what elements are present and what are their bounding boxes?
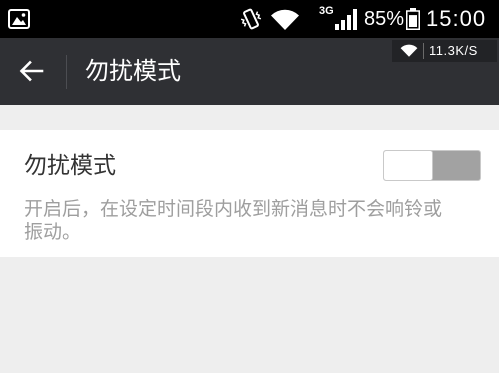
wifi-icon [270, 9, 300, 30]
vibrate-icon [239, 7, 263, 31]
dnd-toggle[interactable] [383, 150, 481, 181]
network-speed-overlay: 11.3K/S [392, 40, 497, 62]
dnd-label: 勿扰模式 [24, 152, 116, 178]
battery-fill [409, 15, 417, 27]
signal-bar [347, 15, 351, 30]
app-bar-divider [66, 55, 67, 89]
dnd-setting-row[interactable]: 勿扰模式 开启后，在设定时间段内收到新消息时不会响铃或振动。 [0, 130, 499, 257]
network-type-label: 3G [319, 5, 334, 17]
status-bar: 3G 85% 15:00 [0, 0, 499, 38]
network-speed: 11.3K/S [429, 43, 478, 58]
signal-bar [341, 20, 345, 30]
gallery-icon [8, 9, 30, 29]
signal-bars-icon [334, 8, 358, 30]
battery-icon [406, 8, 420, 30]
dnd-description: 开启后，在设定时间段内收到新消息时不会响铃或振动。 [24, 199, 443, 243]
arrow-left-icon [19, 60, 44, 82]
signal-bar [353, 9, 357, 30]
back-button[interactable] [16, 58, 46, 84]
page-title: 勿扰模式 [85, 58, 181, 85]
toggle-thumb [384, 151, 432, 180]
wifi-icon [400, 44, 418, 57]
battery-percent: 85% [364, 8, 405, 30]
clock: 15:00 [426, 6, 487, 31]
signal-bar [335, 24, 339, 30]
screen: 3G 85% 15:00 勿扰模式 11.3K/S 勿扰模式 开启后，在设定时间… [0, 0, 499, 373]
overlay-divider [423, 43, 424, 59]
